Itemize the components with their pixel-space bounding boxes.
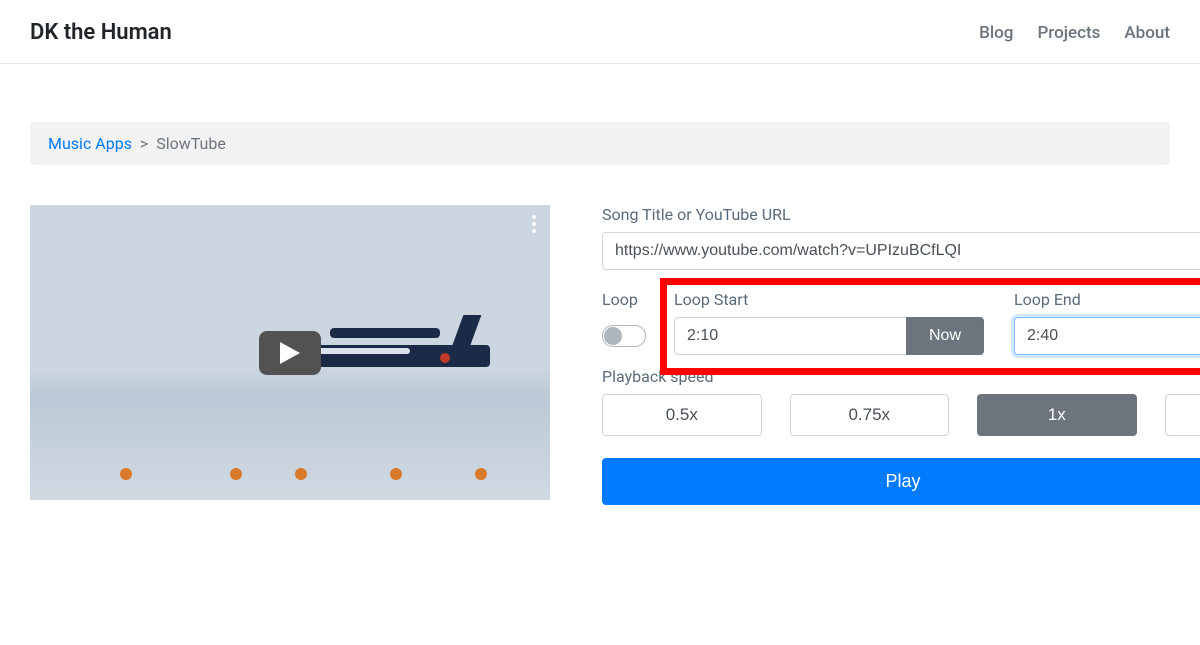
main-nav: Blog Projects About: [979, 23, 1170, 43]
video-play-button[interactable]: [259, 331, 321, 375]
loop-end-label: Loop End: [1014, 290, 1200, 309]
url-label: Song Title or YouTube URL: [602, 205, 1200, 224]
speed-custom-button[interactable]: Custom: [1165, 394, 1200, 436]
breadcrumb-parent[interactable]: Music Apps: [48, 134, 132, 153]
video-menu-button[interactable]: [532, 215, 536, 233]
playback-speed-label: Playback speed: [602, 367, 1200, 386]
play-icon: [280, 342, 300, 364]
breadcrumb: Music Apps > SlowTube: [30, 122, 1170, 165]
site-title[interactable]: DK the Human: [30, 20, 172, 45]
breadcrumb-current: SlowTube: [156, 134, 226, 153]
loop-start-label: Loop Start: [674, 290, 984, 309]
more-vertical-icon: [532, 215, 536, 233]
loop-toggle[interactable]: [602, 325, 646, 347]
video-player[interactable]: [30, 205, 550, 500]
nav-blog[interactable]: Blog: [979, 23, 1013, 43]
nav-projects[interactable]: Projects: [1037, 23, 1100, 43]
play-button[interactable]: Play: [602, 458, 1200, 505]
speed-0-75x-button[interactable]: 0.75x: [790, 394, 950, 436]
loop-end-input[interactable]: [1014, 317, 1200, 355]
loop-label: Loop: [602, 290, 674, 309]
loop-start-now-button[interactable]: Now: [906, 317, 984, 355]
nav-about[interactable]: About: [1124, 23, 1170, 43]
breadcrumb-separator: >: [140, 134, 148, 153]
speed-1x-button[interactable]: 1x: [977, 394, 1137, 436]
url-input[interactable]: [602, 232, 1200, 270]
loop-start-input[interactable]: [674, 317, 906, 355]
speed-0-5x-button[interactable]: 0.5x: [602, 394, 762, 436]
